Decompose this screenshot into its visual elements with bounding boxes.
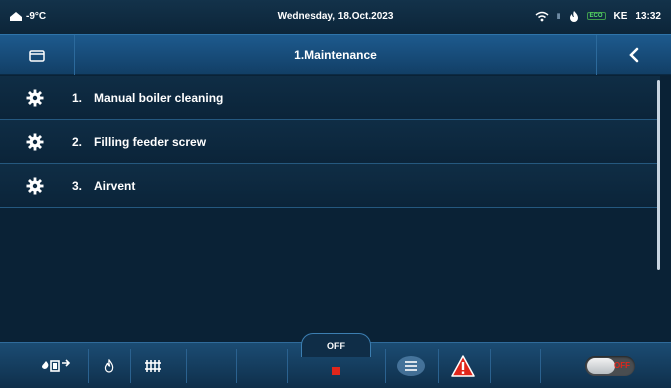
clock: 13:32 bbox=[635, 10, 661, 22]
eco-badge: ECO bbox=[586, 12, 606, 20]
toggle-label: OFF bbox=[614, 361, 630, 370]
scrollbar[interactable] bbox=[657, 80, 660, 270]
page-title: 1.Maintenance bbox=[294, 48, 377, 62]
flame-icon bbox=[104, 359, 114, 373]
list-item-airvent[interactable]: 3. Airvent bbox=[0, 164, 660, 208]
title-bar: 1.Maintenance bbox=[0, 34, 671, 75]
list-item-filling-feeder-screw[interactable]: 2. Filling feeder screw bbox=[0, 120, 660, 164]
menu-button[interactable] bbox=[0, 35, 75, 75]
hamburger-icon bbox=[397, 356, 425, 376]
fire-icon bbox=[569, 11, 578, 22]
toggle-knob bbox=[587, 358, 615, 374]
flame-button[interactable] bbox=[90, 343, 128, 388]
item-number: 3. bbox=[72, 178, 83, 193]
boiler-status-button[interactable] bbox=[26, 343, 86, 388]
item-label: Manual boiler cleaning bbox=[94, 90, 224, 105]
gear-icon bbox=[26, 89, 44, 106]
maintenance-list: 1. Manual boiler cleaning 2. Filling fee… bbox=[0, 76, 660, 208]
signal-icon: ▮ bbox=[556, 13, 561, 20]
status-bar: -9°C Wednesday, 18.Oct.2023 ▮ ECO KE 13:… bbox=[0, 0, 671, 34]
user-code: KE bbox=[613, 10, 628, 22]
list-item-manual-boiler-cleaning[interactable]: 1. Manual boiler cleaning bbox=[0, 76, 660, 120]
boiler-fan-icon bbox=[42, 359, 71, 372]
folder-icon bbox=[29, 49, 45, 62]
stop-icon bbox=[332, 367, 340, 375]
item-label: Airvent bbox=[94, 178, 136, 193]
item-label: Filling feeder screw bbox=[94, 134, 207, 149]
wifi-icon bbox=[535, 11, 549, 21]
chevron-left-icon bbox=[629, 47, 639, 63]
gear-icon bbox=[26, 177, 44, 194]
alarm-button[interactable] bbox=[440, 343, 486, 388]
item-number: 1. bbox=[72, 90, 83, 105]
radiator-icon bbox=[145, 360, 161, 372]
gear-icon bbox=[26, 133, 44, 150]
back-button[interactable] bbox=[596, 35, 671, 75]
warning-icon bbox=[451, 355, 475, 377]
mode-label: OFF bbox=[327, 340, 345, 351]
radiator-button[interactable] bbox=[132, 343, 174, 388]
item-number: 2. bbox=[72, 134, 83, 149]
menu-list-button[interactable] bbox=[388, 343, 434, 388]
power-toggle[interactable]: OFF bbox=[560, 343, 660, 388]
mode-tab[interactable]: OFF bbox=[301, 333, 371, 357]
